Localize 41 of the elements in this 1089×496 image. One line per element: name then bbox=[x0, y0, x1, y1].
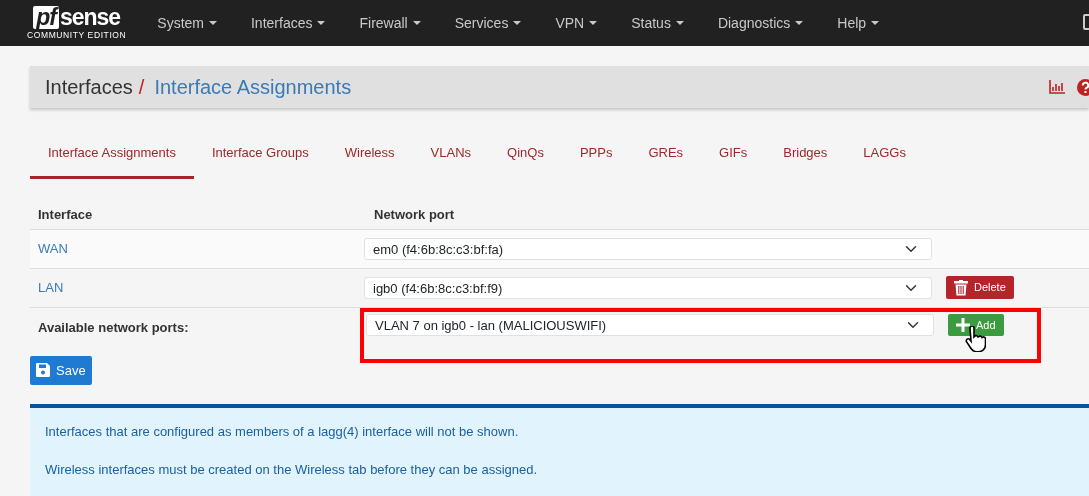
column-header: Interface bbox=[37, 205, 94, 224]
available-ports-label: Available network ports: bbox=[37, 318, 190, 337]
chart-icon[interactable] bbox=[1049, 80, 1066, 94]
nav-menu[interactable]: Interfaces bbox=[234, 12, 343, 34]
save-button[interactable]: Save bbox=[30, 355, 92, 385]
nav-menu[interactable]: Firewall bbox=[342, 12, 438, 34]
tab[interactable]: Bridges bbox=[765, 132, 846, 179]
tab[interactable]: GIFs bbox=[701, 132, 766, 179]
nav-menu[interactable]: Diagnostics bbox=[700, 12, 821, 34]
logo-mark: pf bbox=[33, 6, 59, 30]
tab[interactable]: GREs bbox=[630, 132, 702, 179]
breadcrumb-parent: Interfaces bbox=[45, 75, 133, 100]
tab[interactable]: VLANs bbox=[412, 132, 490, 179]
trash-icon bbox=[954, 279, 968, 296]
breadcrumb-separator: / bbox=[138, 75, 145, 100]
tab[interactable]: LAGGs bbox=[845, 132, 924, 179]
nav-menu[interactable]: VPN bbox=[538, 12, 615, 34]
port-select[interactable]: igb0 (f4:6b:8c:c3:bf:f9) bbox=[364, 276, 932, 299]
tab[interactable]: Interface Assignments bbox=[30, 132, 194, 179]
nav-menu[interactable]: Help bbox=[820, 12, 897, 34]
add-button[interactable]: Add bbox=[948, 313, 1004, 336]
delete-button[interactable]: Delete bbox=[946, 276, 1014, 299]
port-select[interactable]: em0 (f4:6b:8c:c3:bf:fa) bbox=[364, 237, 932, 260]
help-icon[interactable] bbox=[1077, 78, 1089, 96]
info-text: Wireless interfaces must be created on the Wireless tab before they can be assigned. bbox=[45, 460, 539, 479]
save-icon bbox=[36, 363, 50, 378]
logo-edition: COMMUNITY EDITION bbox=[27, 31, 127, 40]
tab[interactable]: Interface Groups bbox=[193, 132, 327, 179]
logo-wordmark: sense bbox=[59, 6, 121, 30]
plus-icon bbox=[956, 317, 970, 332]
interface-link[interactable]: LAN bbox=[38, 279, 64, 295]
tab[interactable]: PPPs bbox=[561, 132, 631, 179]
port-select[interactable]: VLAN 7 on igb0 - lan (MALICIOUSWIFI) bbox=[366, 313, 934, 336]
tab[interactable]: QinQs bbox=[489, 132, 562, 179]
info-text: Interfaces that are configured as members of a lagg(4) interface will not be shown. bbox=[45, 423, 520, 441]
nav-menu[interactable]: Services bbox=[437, 12, 539, 34]
column-header: Network port bbox=[373, 205, 455, 224]
tab[interactable]: Wireless bbox=[326, 132, 413, 179]
nav-menu[interactable]: System bbox=[140, 12, 234, 34]
nav-menu[interactable]: Status bbox=[614, 12, 701, 34]
interface-link[interactable]: WAN bbox=[38, 240, 68, 256]
